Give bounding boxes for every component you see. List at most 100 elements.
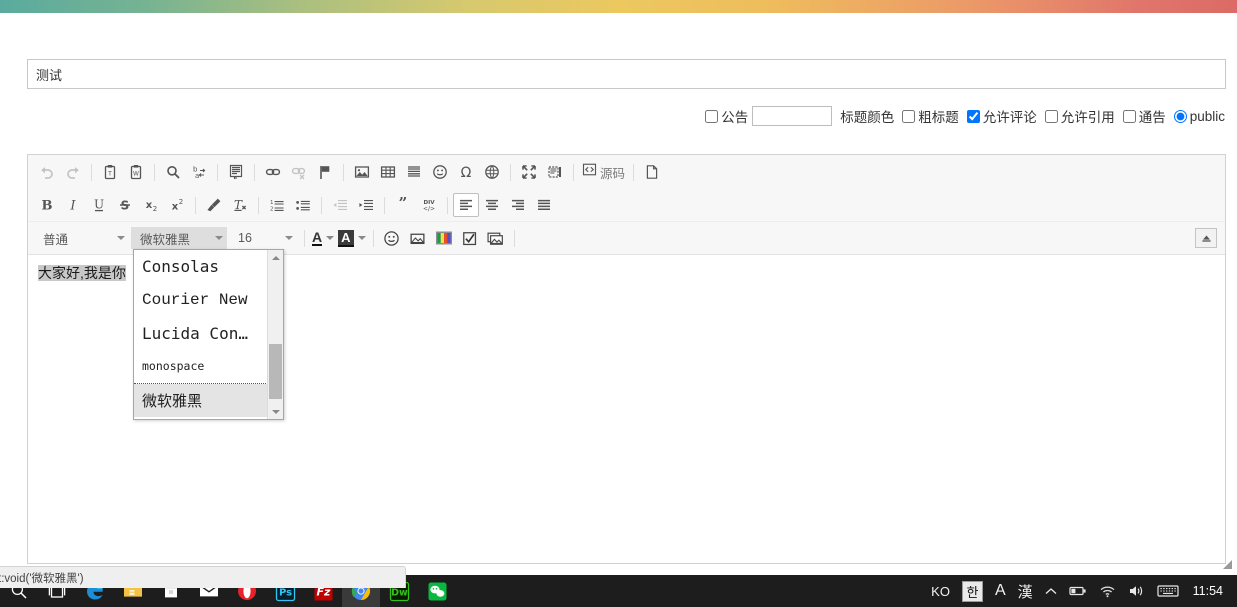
chevron-down-icon: [326, 236, 335, 240]
title-color-input[interactable]: [752, 106, 833, 126]
smiley-icon[interactable]: [427, 160, 453, 184]
italic-icon[interactable]: I: [60, 193, 86, 217]
numbered-list-icon[interactable]: 12: [264, 193, 290, 217]
page-break-icon[interactable]: [639, 160, 665, 184]
align-left-icon[interactable]: [453, 193, 479, 217]
font-family-dropdown-menu[interactable]: Consolas Courier New Lucida Con… monospa…: [133, 249, 284, 420]
copy-formatting-icon[interactable]: [201, 193, 227, 217]
tray-input-mode-a[interactable]: A: [989, 575, 1012, 607]
font-size-combo[interactable]: 16: [229, 227, 297, 249]
toolbar-separator: [217, 163, 218, 181]
font-menu-item-courier-new[interactable]: Courier New: [134, 283, 268, 316]
align-right-icon[interactable]: [505, 193, 531, 217]
tray-language-code[interactable]: KO: [925, 575, 956, 607]
paste-as-plain-text-icon[interactable]: T: [97, 160, 123, 184]
battery-icon[interactable]: [1063, 575, 1093, 607]
blockquote-icon[interactable]: ”: [390, 193, 416, 217]
redo-icon[interactable]: [60, 160, 86, 184]
font-menu-item-microsoft-yahei[interactable]: 微软雅黑: [134, 383, 268, 417]
show-blocks-icon[interactable]: [542, 160, 568, 184]
taskbar-wechat-icon[interactable]: [418, 575, 456, 607]
svg-text:1: 1: [270, 200, 274, 206]
scroll-up-arrow-icon[interactable]: [268, 250, 283, 265]
tray-input-mode-han[interactable]: 漢: [1012, 575, 1039, 607]
keyboard-icon[interactable]: [1151, 575, 1185, 607]
globe-iframe-icon[interactable]: [479, 160, 505, 184]
font-menu-item-label: monospace: [142, 359, 205, 374]
superscript-icon[interactable]: x2: [164, 193, 190, 217]
source-button[interactable]: 源码: [579, 161, 628, 183]
wifi-icon[interactable]: [1093, 575, 1122, 607]
font-family-combo[interactable]: 微软雅黑: [131, 227, 227, 249]
undo-icon[interactable]: [34, 160, 60, 184]
font-menu-item-label: Courier New: [142, 291, 248, 310]
option-announce[interactable]: 公告: [705, 106, 748, 126]
allow-quote-checkbox[interactable]: [1044, 109, 1058, 123]
public-radio[interactable]: [1173, 109, 1187, 123]
volume-icon[interactable]: [1122, 575, 1151, 607]
subscript-icon[interactable]: x2: [138, 193, 164, 217]
font-menu-item-lucida-console[interactable]: Lucida Con…: [134, 317, 268, 350]
collapse-toolbar-button[interactable]: [1195, 228, 1217, 248]
option-bold-title[interactable]: 粗标题: [902, 106, 959, 126]
outdent-icon[interactable]: [327, 193, 353, 217]
image-alt-icon[interactable]: [483, 226, 509, 250]
background-color-icon[interactable]: A: [336, 227, 367, 249]
replace-icon[interactable]: ba: [186, 160, 212, 184]
paragraph-format-combo[interactable]: 普通: [34, 227, 129, 249]
bold-title-checkbox[interactable]: [902, 109, 916, 123]
select-all-icon[interactable]: [223, 160, 249, 184]
announce-checkbox[interactable]: [705, 109, 719, 123]
option-notice[interactable]: 通告: [1122, 106, 1166, 126]
indent-icon[interactable]: [353, 193, 379, 217]
resize-grip-icon[interactable]: [1221, 557, 1233, 569]
scrollbar-thumb[interactable]: [269, 344, 282, 399]
bulleted-list-icon[interactable]: [290, 193, 316, 217]
chevron-up-icon[interactable]: [1039, 575, 1063, 607]
paste-from-word-icon[interactable]: W: [123, 160, 149, 184]
unlink-icon[interactable]: [286, 160, 312, 184]
special-char-icon[interactable]: Ω: [453, 160, 479, 184]
font-menu-item-monospace[interactable]: monospace: [134, 350, 268, 384]
toolbar-separator: [384, 196, 385, 214]
taskbar-clock[interactable]: 11:54: [1185, 584, 1231, 598]
color-palette-icon[interactable]: [431, 226, 457, 250]
strikethrough-icon[interactable]: S: [112, 193, 138, 217]
checkbox-icon[interactable]: [457, 226, 483, 250]
notice-checkbox[interactable]: [1122, 109, 1136, 123]
underline-icon[interactable]: U: [86, 193, 112, 217]
font-menu-item-consolas[interactable]: Consolas: [134, 250, 268, 283]
smiley-icon[interactable]: [379, 226, 405, 250]
notice-label: 通告: [1138, 110, 1166, 125]
align-center-icon[interactable]: [479, 193, 505, 217]
allow-comment-checkbox[interactable]: [966, 109, 980, 123]
post-title-input[interactable]: [27, 59, 1226, 89]
text-color-icon[interactable]: A: [310, 227, 336, 249]
option-allow-comment[interactable]: 允许评论: [966, 106, 1037, 126]
div-container-icon[interactable]: DIV </>: [416, 193, 442, 217]
title-row: [27, 59, 1226, 89]
top-gradient-bar: [0, 0, 1237, 13]
bold-icon[interactable]: B: [34, 193, 60, 217]
image-placeholder-icon[interactable]: [405, 226, 431, 250]
search-icon[interactable]: [160, 160, 186, 184]
anchor-flag-icon[interactable]: [312, 160, 338, 184]
option-allow-quote[interactable]: 允许引用: [1044, 106, 1115, 126]
option-public[interactable]: public: [1173, 109, 1225, 124]
toolbar-separator: [447, 196, 448, 214]
scroll-down-arrow-icon[interactable]: [268, 404, 283, 419]
remove-format-icon[interactable]: T: [227, 193, 253, 217]
maximize-icon[interactable]: [516, 160, 542, 184]
font-menu-scrollbar[interactable]: [267, 250, 283, 419]
horizontal-rule-icon[interactable]: [401, 160, 427, 184]
table-icon[interactable]: [375, 160, 401, 184]
editor-selected-text[interactable]: 大家好,我是你: [38, 265, 126, 281]
allow-comment-label: 允许评论: [982, 110, 1037, 125]
image-icon[interactable]: [349, 160, 375, 184]
font-menu-item-label: 微软雅黑: [142, 392, 203, 410]
link-icon[interactable]: [260, 160, 286, 184]
align-justify-icon[interactable]: [531, 193, 557, 217]
tray-ime-indicator[interactable]: 한: [956, 575, 989, 607]
toolbar-separator: [195, 196, 196, 214]
system-tray: KO 한 A 漢 11:54: [925, 575, 1237, 607]
